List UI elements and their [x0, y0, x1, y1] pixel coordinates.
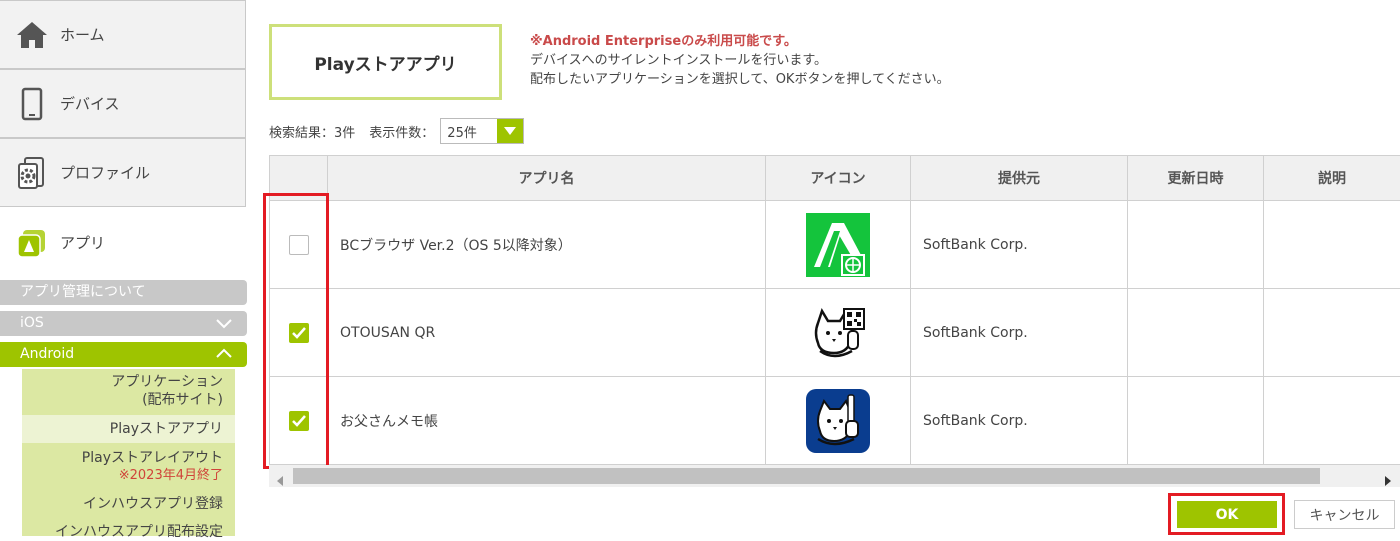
header-app-name[interactable]: アプリ名 [328, 156, 766, 201]
nav-home-label: ホーム [60, 24, 105, 45]
android-section-toggle[interactable]: Android [0, 342, 247, 367]
header-provider[interactable]: 提供元 [911, 156, 1128, 201]
app-icon [14, 225, 50, 261]
subnav-inhouse-distribution[interactable]: インハウスアプリ配布設定 [22, 523, 235, 541]
subnav-play-store-layout-note: ※2023年4月終了 [22, 467, 223, 485]
subnav-play-store-layout[interactable]: Playストアレイアウト ※2023年4月終了 [22, 449, 235, 485]
app-updated [1128, 377, 1264, 465]
header-icon: アイコン [766, 156, 911, 201]
nav-profile-label: プロファイル [60, 162, 150, 183]
app-updated [1128, 201, 1264, 289]
subnav-inhouse-register[interactable]: インハウスアプリ登録 [22, 495, 235, 513]
scroll-left-icon[interactable] [276, 471, 284, 490]
table-row[interactable]: お父さんメモ帳 [270, 377, 1400, 465]
app-name: BCブラウザ Ver.2（OS 5以降対象） [328, 201, 766, 289]
android-subnav: アプリケーション (配布サイト) Playストアアプリ Playストアレイアウト… [22, 369, 235, 536]
notice-warning: ※Android Enterpriseのみ利用可能です。 [530, 32, 950, 51]
notice: ※Android Enterpriseのみ利用可能です。 デバイスへのサイレント… [530, 32, 950, 89]
app-description [1264, 201, 1400, 289]
header-updated[interactable]: 更新日時 [1128, 156, 1264, 201]
ok-button[interactable]: OK [1177, 501, 1277, 528]
scrollbar-thumb[interactable] [293, 468, 1320, 484]
chevron-down-icon [215, 315, 233, 340]
check-icon [291, 414, 307, 428]
table-row[interactable]: BCブラウザ Ver.2（OS 5以降対象） [270, 201, 1400, 289]
app-description [1264, 377, 1400, 465]
check-icon [291, 326, 307, 340]
app-management-label: アプリ管理について [20, 284, 146, 300]
per-page-label: 表示件数： [369, 122, 434, 141]
page-title: Playストアアプリ [269, 24, 502, 100]
otousan-qr-icon [806, 325, 870, 341]
bc-browser-icon [806, 237, 870, 253]
smartphone-icon [14, 86, 50, 122]
app-name: お父さんメモ帳 [328, 377, 766, 465]
notice-line1: デバイスへのサイレントインストールを行います。 [530, 51, 950, 70]
app-provider: SoftBank Corp. [911, 201, 1128, 289]
subnav-application-distribution[interactable]: アプリケーション (配布サイト) [22, 373, 235, 409]
row-checkbox[interactable] [289, 411, 309, 431]
row-checkbox[interactable] [289, 235, 309, 255]
app-provider: SoftBank Corp. [911, 289, 1128, 377]
row-checkbox[interactable] [289, 323, 309, 343]
horizontal-scrollbar[interactable] [269, 465, 1400, 487]
dropdown-arrow-icon[interactable] [497, 119, 523, 143]
app-updated [1128, 289, 1264, 377]
app-description [1264, 289, 1400, 377]
otousan-memo-icon [806, 413, 870, 429]
sidebar: ホーム デバイス プロファイル アプリ アプリ管理について iOS Androi… [0, 0, 247, 536]
search-result-count: 検索結果：3件 [269, 122, 355, 141]
table-row[interactable]: OTOUSAN QR [270, 289, 1400, 377]
search-row: 検索結果：3件 表示件数： 25件 [269, 118, 524, 144]
nav-device[interactable]: デバイス [0, 69, 246, 138]
cancel-button[interactable]: キャンセル [1294, 500, 1395, 529]
profile-gear-icon [14, 155, 50, 191]
nav-home[interactable]: ホーム [0, 0, 246, 69]
home-icon [14, 17, 50, 53]
chevron-up-icon [215, 346, 233, 371]
nav-app[interactable]: アプリ [0, 208, 246, 277]
subnav-play-store-layout-label: Playストアレイアウト [82, 450, 223, 466]
app-table: アプリ名 アイコン 提供元 更新日時 説明 BCブラウザ Ver.2（OS 5以… [269, 155, 1400, 465]
nav-app-label: アプリ [60, 232, 105, 253]
app-name: OTOUSAN QR [328, 289, 766, 377]
ios-label: iOS [20, 315, 44, 331]
nav-device-label: デバイス [60, 93, 120, 114]
table-header-row: アプリ名 アイコン 提供元 更新日時 説明 [270, 156, 1400, 201]
ios-section-toggle[interactable]: iOS [0, 311, 247, 336]
app-provider: SoftBank Corp. [911, 377, 1128, 465]
app-management-link[interactable]: アプリ管理について [0, 280, 247, 305]
per-page-select[interactable]: 25件 [440, 118, 524, 144]
nav-profile[interactable]: プロファイル [0, 138, 246, 207]
notice-line2: 配布したいアプリケーションを選択して、OKボタンを押してください。 [530, 70, 950, 89]
per-page-value: 25件 [441, 122, 497, 141]
android-label: Android [20, 346, 74, 362]
header-checkbox [270, 156, 328, 201]
header-description: 説明 [1264, 156, 1400, 201]
subnav-play-store-app[interactable]: Playストアアプリ [22, 415, 235, 443]
scroll-right-icon[interactable] [1384, 471, 1392, 490]
